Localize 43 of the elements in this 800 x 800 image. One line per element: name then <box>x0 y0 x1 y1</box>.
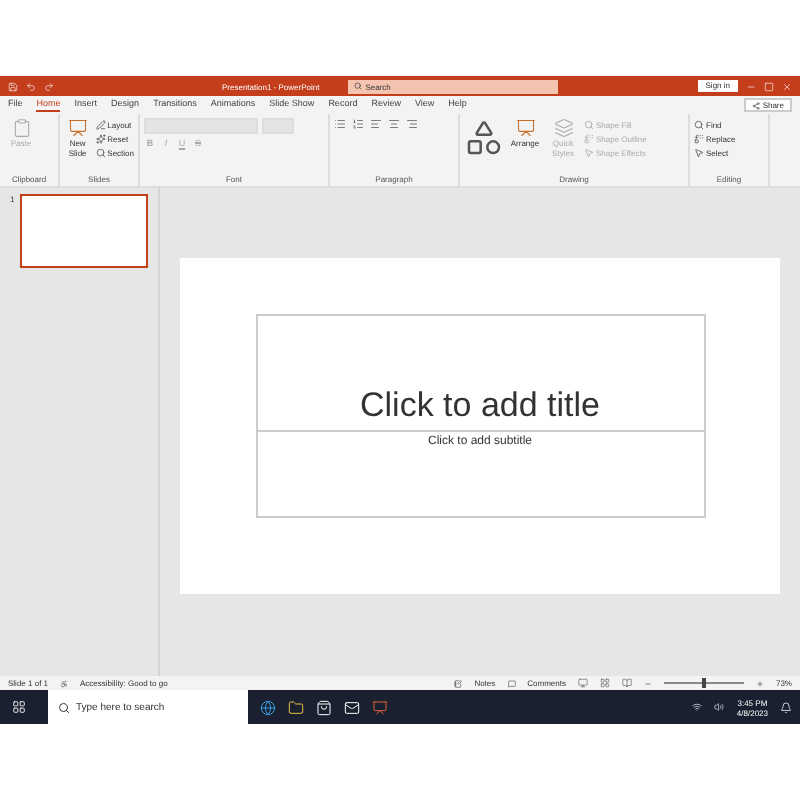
start-icon[interactable] <box>11 700 25 714</box>
align-right-icon[interactable] <box>406 118 418 130</box>
easel-icon <box>515 118 535 138</box>
search-icon <box>95 147 106 157</box>
wifi-icon[interactable] <box>692 702 703 712</box>
zoom-thumb[interactable] <box>701 678 706 688</box>
notes-icon[interactable] <box>454 679 463 687</box>
share-icon <box>752 101 761 109</box>
sparkles-icon <box>95 133 106 143</box>
easel-icon <box>67 118 88 138</box>
search-icon <box>58 701 70 713</box>
align-left-icon[interactable] <box>370 118 382 130</box>
presentation-app-icon[interactable] <box>372 699 388 715</box>
normal-view-icon[interactable] <box>577 678 588 688</box>
slide-thumbnail[interactable] <box>20 194 149 268</box>
comments-icon[interactable] <box>507 679 516 687</box>
pointer-icon <box>584 147 594 157</box>
title-placeholder[interactable]: Click to add title <box>255 314 705 432</box>
slide-sorter-icon[interactable] <box>599 678 610 688</box>
save-icon[interactable] <box>8 81 18 91</box>
maximize-icon[interactable] <box>764 81 774 91</box>
layers-icon <box>553 118 573 138</box>
search-icon <box>584 119 594 129</box>
bullets-icon[interactable] <box>334 118 346 130</box>
clipboard-icon <box>11 118 31 138</box>
mail-icon[interactable] <box>344 699 360 715</box>
zoom-in-icon[interactable] <box>755 679 764 687</box>
folder-icon[interactable] <box>288 699 304 715</box>
notifications-icon[interactable] <box>780 701 792 713</box>
align-center-icon[interactable] <box>388 118 400 130</box>
search-icon <box>353 82 362 90</box>
accessibility-icon[interactable] <box>60 679 69 687</box>
pointer-icon <box>694 147 704 157</box>
numbering-icon[interactable] <box>352 118 364 130</box>
shapes-gallery-icon[interactable] <box>464 118 504 158</box>
reading-view-icon[interactable] <box>621 678 632 688</box>
redo-icon[interactable] <box>44 81 54 91</box>
store-icon[interactable] <box>316 699 332 715</box>
pen-icon <box>95 119 106 129</box>
search-icon <box>694 119 704 129</box>
undo-icon[interactable] <box>26 81 36 91</box>
volume-icon[interactable] <box>714 702 725 712</box>
browser-icon[interactable] <box>260 699 276 715</box>
